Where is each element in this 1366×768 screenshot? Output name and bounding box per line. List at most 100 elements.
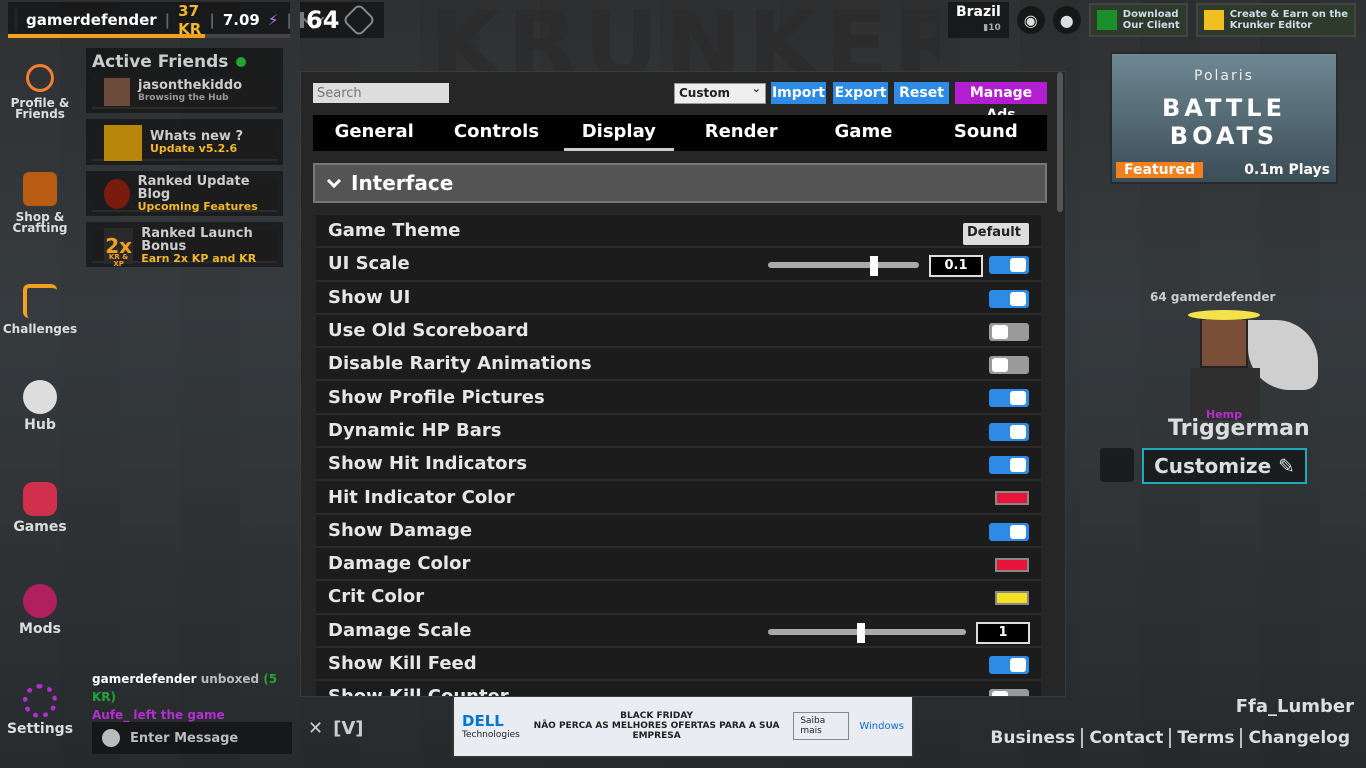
sidebar-item-settings[interactable]: Settings (0, 684, 80, 736)
friends-news-panel: Active Friends jasonthekiddo Browsing the… (86, 48, 283, 273)
settings-search-input[interactable] (313, 83, 449, 103)
footer-link-contact[interactable]: Contact (1081, 728, 1169, 748)
region-selector[interactable]: Brazil ▮10 (947, 2, 1009, 38)
featured-brand: Polaris (1194, 68, 1254, 84)
setting-row: Show Kill Feed (316, 647, 1041, 682)
client-icon (1096, 10, 1117, 30)
setting-toggle[interactable] (989, 289, 1029, 308)
friend-name: jasonthekiddo (138, 78, 243, 94)
color-picker[interactable] (995, 491, 1029, 506)
setting-label: Show Kill Feed (328, 653, 477, 674)
footer-link-business[interactable]: Business (984, 728, 1081, 748)
toggle-knob (1010, 458, 1026, 473)
manage-ads-button[interactable]: Manage Ads (955, 82, 1047, 123)
import-button[interactable]: Import (771, 82, 826, 104)
user-stats-bar[interactable]: gamerdefender | 37 KR | 7.09 ⚡ | (8, 2, 304, 38)
customize-button[interactable]: Customize ✎ (1142, 448, 1307, 484)
setting-value-input[interactable]: 0.1 (929, 255, 983, 278)
ad-banner[interactable]: DELL Technologies BLACK FRIDAY NÃO PERCA A… (452, 694, 914, 758)
discord-icon[interactable]: ◉ (1016, 6, 1045, 34)
setting-label: Show Hit Indicators (328, 453, 528, 475)
tab-controls[interactable]: Controls (435, 115, 557, 151)
download-client-button[interactable]: Download Our Client (1088, 3, 1188, 37)
setting-toggle[interactable] (989, 256, 1029, 275)
preset-dropdown[interactable]: Custom (674, 82, 766, 104)
setting-row: Show UI (316, 281, 1041, 315)
setting-slider[interactable] (768, 622, 966, 643)
setting-label: Damage Scale (328, 619, 472, 641)
setting-toggle[interactable] (989, 522, 1029, 541)
sidebar-item-label: Hub (24, 417, 56, 433)
interface-section-header[interactable]: Interface (313, 163, 1047, 203)
setting-toggle[interactable] (989, 422, 1029, 441)
news-item[interactable]: 2x KR & XP Ranked Launch Bonus Earn 2x KP … (86, 221, 283, 268)
slider-thumb[interactable] (869, 256, 878, 277)
ad-message: NÃO PERCA AS MELHORES OFERTAS PARA A SUA… (533, 721, 780, 741)
news-subtitle: Upcoming Features (137, 200, 258, 214)
news-item[interactable]: Ranked Update Blog Upcoming Features (86, 170, 283, 216)
pencil-icon: ✎ (1278, 454, 1295, 478)
ad-cta-button[interactable]: Saiba mais (793, 712, 850, 740)
friend-avatar (104, 77, 130, 106)
news-title: Ranked Launch Bonus (141, 225, 253, 254)
sidebar-item-games[interactable]: Games (0, 482, 80, 535)
news-item[interactable]: Whats new ? Update v5.2.6 (86, 119, 283, 165)
sidebar-item-hub[interactable]: Hub (0, 380, 80, 433)
slider-thumb[interactable] (857, 622, 866, 643)
footer-link-changelog[interactable]: Changelog (1240, 728, 1356, 748)
export-button[interactable]: Export (833, 82, 888, 104)
class-select-button[interactable] (1100, 448, 1134, 482)
active-friends-title: Active Friends (92, 52, 229, 72)
sidebar-item-mods[interactable]: Mods (0, 584, 80, 636)
setting-toggle[interactable] (989, 689, 1029, 696)
settings-scrollbar[interactable] (1057, 72, 1063, 212)
tab-game[interactable]: Game (802, 115, 924, 151)
color-picker[interactable] (995, 557, 1029, 572)
setting-toggle[interactable] (989, 389, 1029, 408)
tab-render[interactable]: Render (680, 115, 802, 151)
toggle-knob (1010, 424, 1026, 439)
promo-client-line1: Download (1122, 9, 1179, 20)
setting-toggle[interactable] (989, 456, 1029, 475)
user-avatar-icon (14, 9, 18, 31)
sidebar-item-profile[interactable]: Profile & Friends (0, 64, 80, 120)
chevron-down-icon (326, 173, 342, 188)
active-friends-panel[interactable]: Active Friends jasonthekiddo Browsing the… (86, 48, 283, 114)
ad-partner: Windows (859, 720, 904, 732)
player-character-preview[interactable] (1160, 310, 1318, 420)
setting-row: Crit Color (316, 581, 1041, 615)
toggle-knob (992, 691, 1008, 696)
setting-toggle[interactable] (989, 322, 1029, 341)
theme-dropdown[interactable]: Default (963, 223, 1029, 245)
sidebar-item-challenges[interactable]: Challenges (0, 284, 80, 335)
setting-slider[interactable] (768, 256, 919, 277)
settings-list: Game Theme Default UI Scale 0.1 Show UI Use O… (316, 215, 1041, 696)
settings-header: Custom Import Export Reset Manage Ads (313, 82, 1047, 123)
setting-label: Show Damage (328, 519, 473, 541)
map-name: Ffa_Lumber (1235, 696, 1354, 717)
tab-general[interactable]: General (313, 115, 435, 151)
color-picker[interactable] (995, 591, 1029, 606)
featured-game-card[interactable]: Polaris BATTLE BOATS Featured 0.1m Plays (1110, 52, 1338, 184)
chat-message: gamerdefender unboxed (5 KR) (92, 670, 292, 706)
sidebar-item-shop[interactable]: Shop & Crafting (0, 172, 80, 234)
palette-icon (23, 584, 57, 618)
krunker-editor-button[interactable]: Create & Earn on the Krunker Editor (1195, 3, 1356, 37)
settings-window: Custom Import Export Reset Manage Ads Ge… (300, 71, 1066, 697)
voice-chat-toggle[interactable]: ✕ [V] (308, 718, 363, 739)
chat-input[interactable]: Enter Message (92, 722, 292, 754)
setting-toggle[interactable] (989, 655, 1029, 674)
tab-sound[interactable]: Sound (925, 115, 1047, 151)
reset-button[interactable]: Reset (894, 82, 949, 104)
customize-label: Customize (1154, 454, 1272, 478)
setting-label: Disable Rarity Animations (328, 353, 592, 375)
setting-value-input[interactable]: 1 (976, 621, 1030, 644)
lightning-icon: ⚡ (267, 11, 279, 29)
tab-display[interactable]: Display (558, 115, 680, 151)
footer-link-terms[interactable]: Terms (1169, 728, 1240, 748)
setting-toggle[interactable] (989, 356, 1029, 375)
reddit-icon[interactable]: ● (1052, 6, 1081, 34)
sidebar-item-label: Games (13, 519, 67, 535)
kr-balance: 37 KR (178, 2, 202, 38)
setting-row: Use Old Scoreboard (316, 314, 1041, 349)
